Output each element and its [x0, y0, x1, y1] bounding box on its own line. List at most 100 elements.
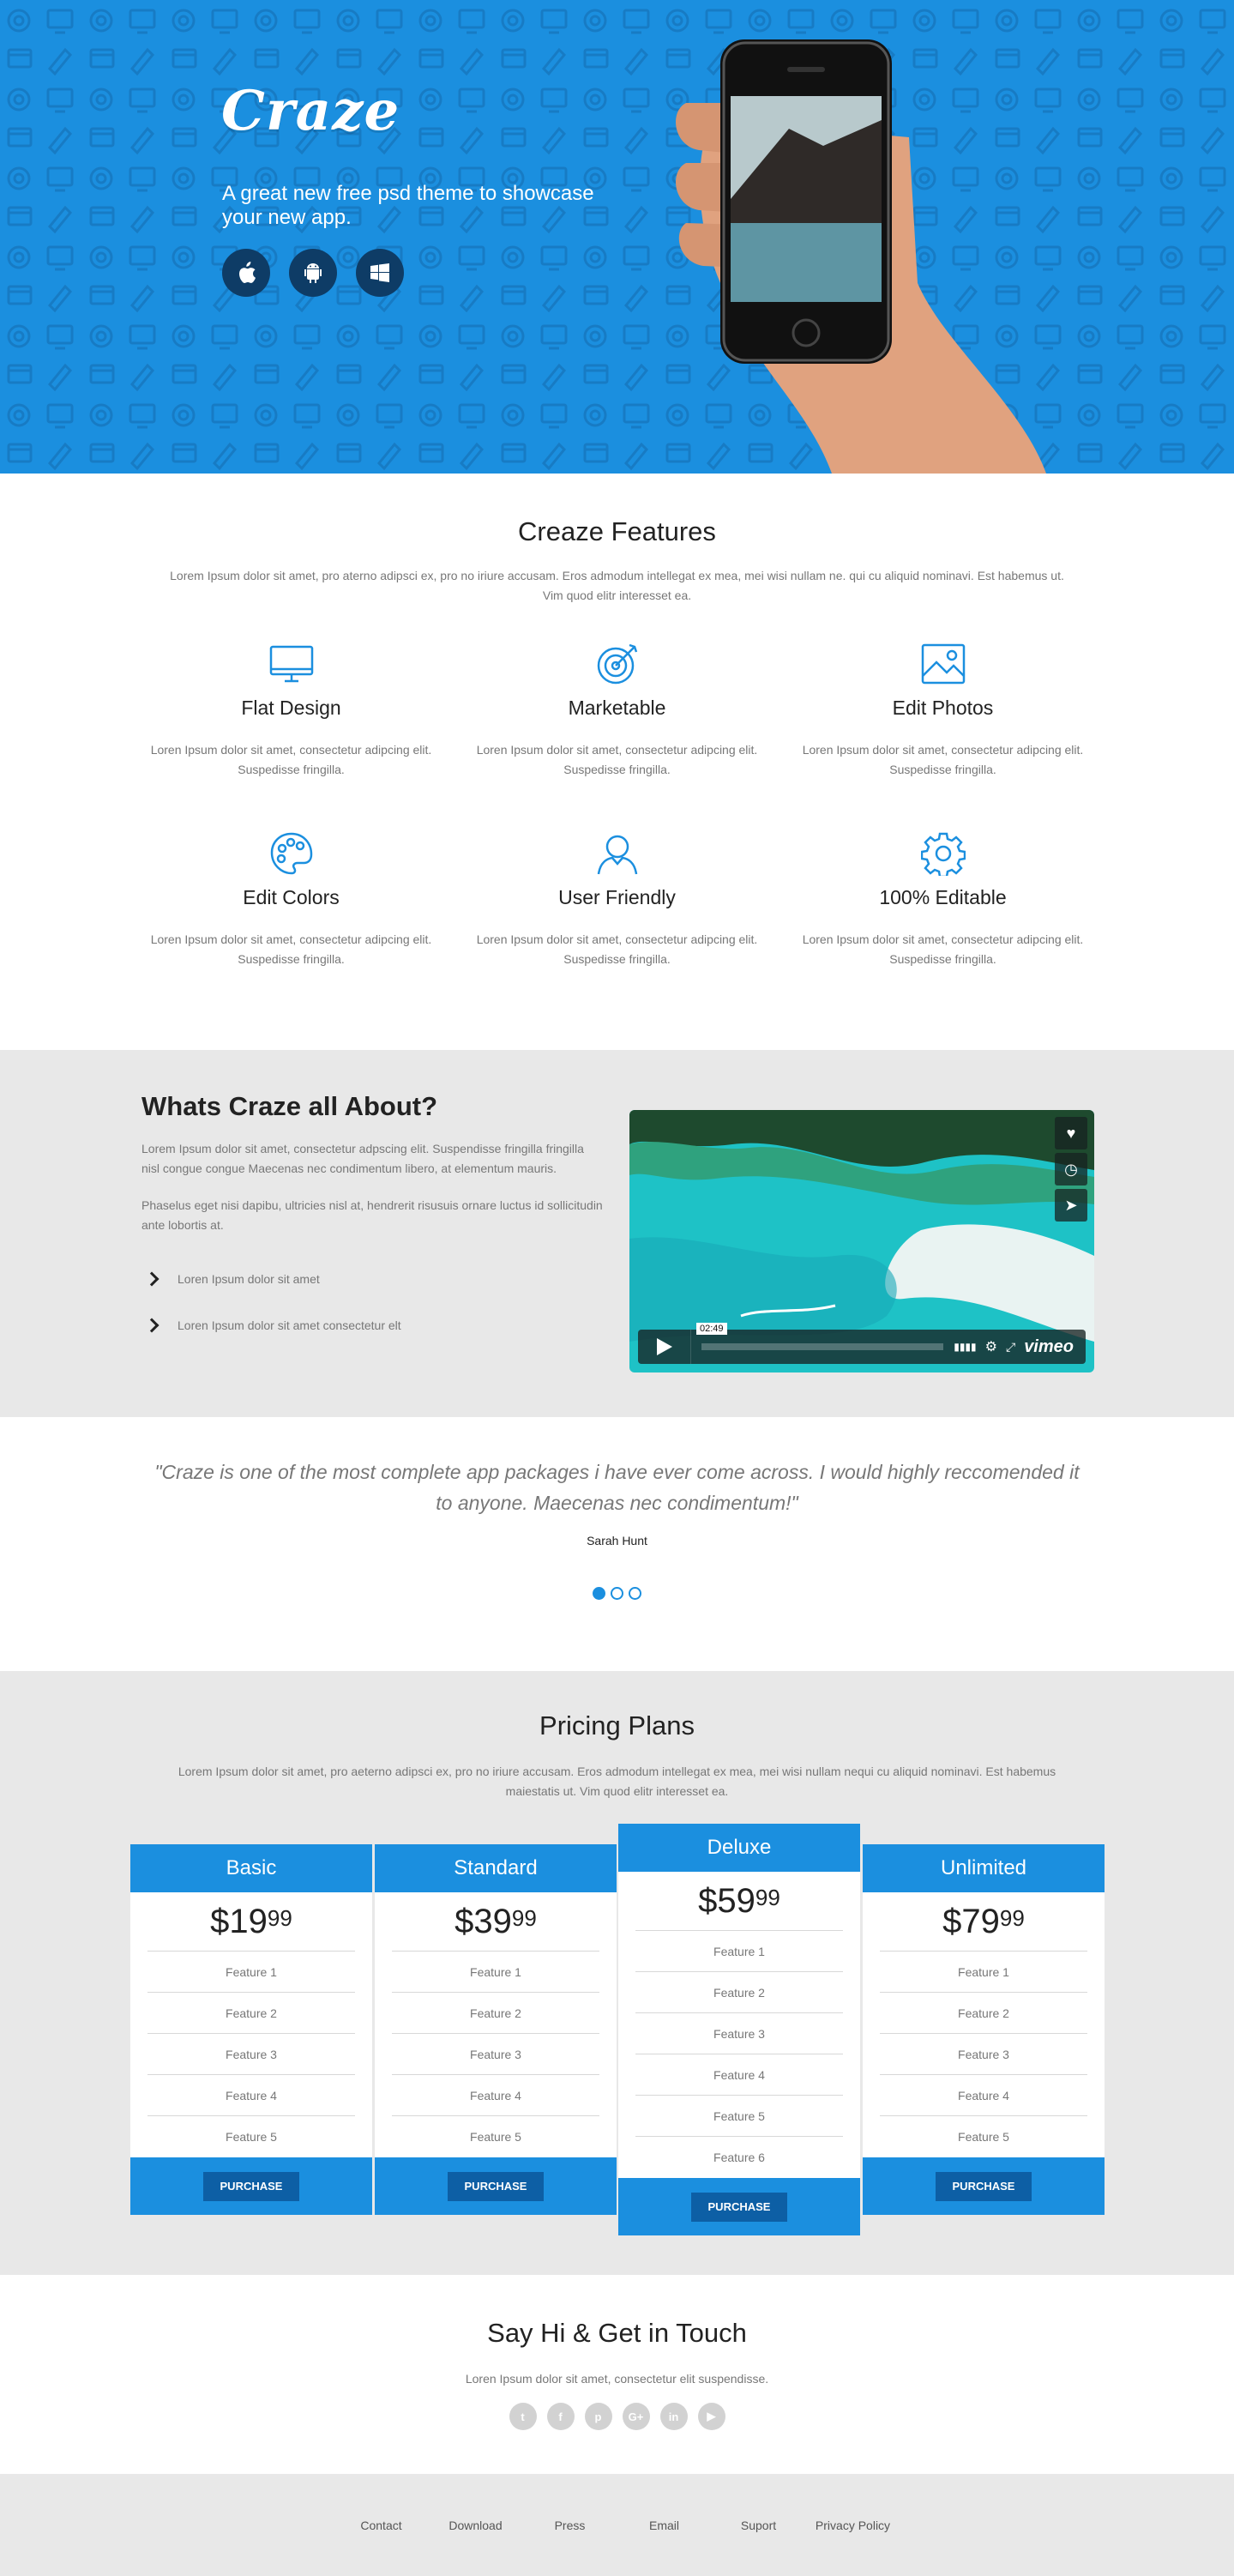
- testimonial-section: "Craze is one of the most complete app p…: [0, 1417, 1234, 1671]
- carousel-dot[interactable]: [629, 1587, 641, 1600]
- windows-icon: [370, 263, 389, 282]
- footer-link-privacy[interactable]: Privacy Policy: [806, 2519, 900, 2532]
- carousel-dot[interactable]: [593, 1587, 605, 1600]
- plan-feature: Feature 1: [147, 1952, 355, 1993]
- plan-feature: Feature 2: [635, 1972, 843, 2013]
- google-plus-icon[interactable]: G+: [622, 2403, 650, 2430]
- hero-tagline: A great new free psd theme to showcase y…: [222, 182, 594, 229]
- youtube-icon[interactable]: ▶: [697, 2403, 725, 2430]
- feature-description: Loren Ipsum dolor sit amet, consectetur …: [476, 743, 758, 776]
- footer-link-contact[interactable]: Contact: [334, 2519, 429, 2532]
- settings-icon[interactable]: ⚙: [985, 1338, 997, 1355]
- chevron-right-icon: [144, 1318, 160, 1333]
- plan-feature: Feature 4: [635, 2054, 843, 2096]
- pricing-section: Pricing Plans Lorem Ipsum dolor sit amet…: [0, 1671, 1234, 2275]
- apple-store-button[interactable]: [222, 249, 270, 297]
- play-button[interactable]: [638, 1330, 691, 1364]
- features-section: Creaze Features Lorem Ipsum dolor sit am…: [0, 474, 1234, 1050]
- about-list: Loren Ipsum dolor sit amet Loren Ipsum d…: [141, 1256, 605, 1348]
- plan-card-featured: Deluxe $59 99 Feature 1 Feature 2 Feature…: [618, 1824, 860, 2235]
- footer-link-email[interactable]: Email: [617, 2519, 712, 2532]
- apple-icon: [239, 262, 256, 283]
- clock-icon[interactable]: ◷: [1055, 1153, 1087, 1185]
- about-title: Whats Craze all About?: [141, 1091, 438, 1121]
- brand-logo[interactable]: Craze: [221, 79, 400, 143]
- plan-feature: Feature 1: [392, 1952, 599, 1993]
- social-links: t f p G+ in ▶: [0, 2403, 1234, 2430]
- about-paragraph: Lorem Ipsum dolor sit amet, consectetur …: [141, 1142, 584, 1175]
- plan-feature: Feature 4: [880, 2075, 1087, 2116]
- pricing-plans: Basic $19 99 Feature 1 Feature 2 Feature …: [130, 1671, 1105, 2275]
- windows-store-button[interactable]: [356, 249, 404, 297]
- plan-footer: PURCHASE: [375, 2157, 617, 2215]
- feature-item: Edit Colors Loren Ipsum dolor sit amet, …: [129, 830, 454, 969]
- plan-feature: Feature 3: [392, 2034, 599, 2075]
- purchase-button[interactable]: PURCHASE: [936, 2171, 1032, 2201]
- testimonial-author: Sarah Hunt: [587, 1534, 647, 1547]
- feature-description: Loren Ipsum dolor sit amet, consectetur …: [476, 932, 758, 966]
- feature-description: Loren Ipsum dolor sit amet, consectetur …: [150, 932, 432, 966]
- footer-link-download[interactable]: Download: [429, 2519, 523, 2532]
- play-icon: [656, 1338, 672, 1355]
- purchase-button[interactable]: PURCHASE: [691, 2192, 787, 2222]
- plan-card: Unlimited $79 99 Feature 1 Feature 2 Feat…: [863, 1844, 1105, 2215]
- footer-link-press[interactable]: Press: [523, 2519, 617, 2532]
- plan-name: Deluxe: [618, 1824, 860, 1872]
- plan-name: Standard: [375, 1844, 617, 1892]
- plan-price: $39 99: [392, 1892, 599, 1952]
- testimonial-quote: "Craze is one of the most complete app p…: [154, 1461, 1080, 1514]
- gear-icon: [919, 830, 967, 878]
- feature-item: User Friendly Loren Ipsum dolor sit amet…: [454, 830, 780, 969]
- plan-feature: Feature 2: [392, 1993, 599, 2034]
- purchase-button[interactable]: PURCHASE: [448, 2171, 544, 2201]
- plan-feature: Feature 2: [880, 1993, 1087, 2034]
- fullscreen-icon[interactable]: ⤢: [1006, 1340, 1015, 1354]
- video-side-controls: ♥ ◷ ➤: [1055, 1117, 1087, 1222]
- plan-name: Unlimited: [863, 1844, 1105, 1892]
- feature-item: Flat Design Loren Ipsum dolor sit amet, …: [129, 640, 454, 780]
- footer-link-support[interactable]: Suport: [712, 2519, 806, 2532]
- about-paragraph: Phaselus eget nisi dapibu, ultricies nis…: [141, 1198, 603, 1232]
- feature-item: Marketable Loren Ipsum dolor sit amet, c…: [454, 640, 780, 780]
- feature-item: 100% Editable Loren Ipsum dolor sit amet…: [780, 830, 1106, 969]
- twitter-icon[interactable]: t: [509, 2403, 537, 2430]
- plan-footer: PURCHASE: [863, 2157, 1105, 2215]
- video-control-bar: 02:49 ▮▮▮▮ ⚙ ⤢ vimeo: [638, 1323, 1086, 1364]
- feature-description: Loren Ipsum dolor sit amet, consectetur …: [150, 743, 432, 776]
- feature-description: Loren Ipsum dolor sit amet, consectetur …: [802, 743, 1084, 776]
- hand-holding-phone-image: [676, 39, 1046, 474]
- plan-feature: Feature 6: [713, 2151, 765, 2164]
- heart-icon[interactable]: ♥: [1055, 1117, 1087, 1149]
- plan-feature: Feature 3: [635, 2013, 843, 2054]
- video-player[interactable]: ♥ ◷ ➤ 02:49 ▮▮▮▮ ⚙ ⤢ vimeo: [629, 1110, 1094, 1372]
- pinterest-icon[interactable]: p: [584, 2403, 612, 2430]
- volume-icon[interactable]: ▮▮▮▮: [954, 1341, 976, 1353]
- feature-title: Marketable: [568, 697, 666, 719]
- linkedin-icon[interactable]: in: [659, 2403, 688, 2430]
- plan-feature: Feature 3: [880, 2034, 1087, 2075]
- plan-price: $79 99: [880, 1892, 1087, 1952]
- list-item: Loren Ipsum dolor sit amet consectetur e…: [141, 1302, 605, 1348]
- footer: Contact Download Press Email Suport Priv…: [0, 2474, 1234, 2576]
- facebook-icon[interactable]: f: [546, 2403, 575, 2430]
- target-icon: [593, 640, 641, 688]
- android-store-button[interactable]: [289, 249, 337, 297]
- plan-feature: Feature 5: [635, 2096, 843, 2137]
- purchase-button[interactable]: PURCHASE: [203, 2171, 299, 2201]
- monitor-icon: [268, 640, 316, 688]
- contact-section: Say Hi & Get in Touch Loren Ipsum dolor …: [0, 2275, 1234, 2474]
- send-icon[interactable]: ➤: [1055, 1189, 1087, 1222]
- plan-card: Standard $39 99 Feature 1 Feature 2 Featu…: [375, 1844, 617, 2215]
- plan-feature: Feature 3: [147, 2034, 355, 2075]
- plan-feature: Feature 4: [392, 2075, 599, 2116]
- plan-card: Basic $19 99 Feature 1 Feature 2 Feature …: [130, 1844, 372, 2215]
- plan-feature: Feature 1: [880, 1952, 1087, 1993]
- vimeo-logo[interactable]: vimeo: [1024, 1337, 1074, 1357]
- video-time: 02:49: [696, 1323, 727, 1335]
- video-progress[interactable]: 02:49: [696, 1323, 944, 1350]
- plan-price: $19 99: [147, 1892, 355, 1952]
- chevron-right-icon: [144, 1271, 160, 1287]
- carousel-dot[interactable]: [611, 1587, 623, 1600]
- feature-title: Edit Colors: [243, 886, 340, 908]
- plan-feature: Feature 5: [958, 2130, 1009, 2144]
